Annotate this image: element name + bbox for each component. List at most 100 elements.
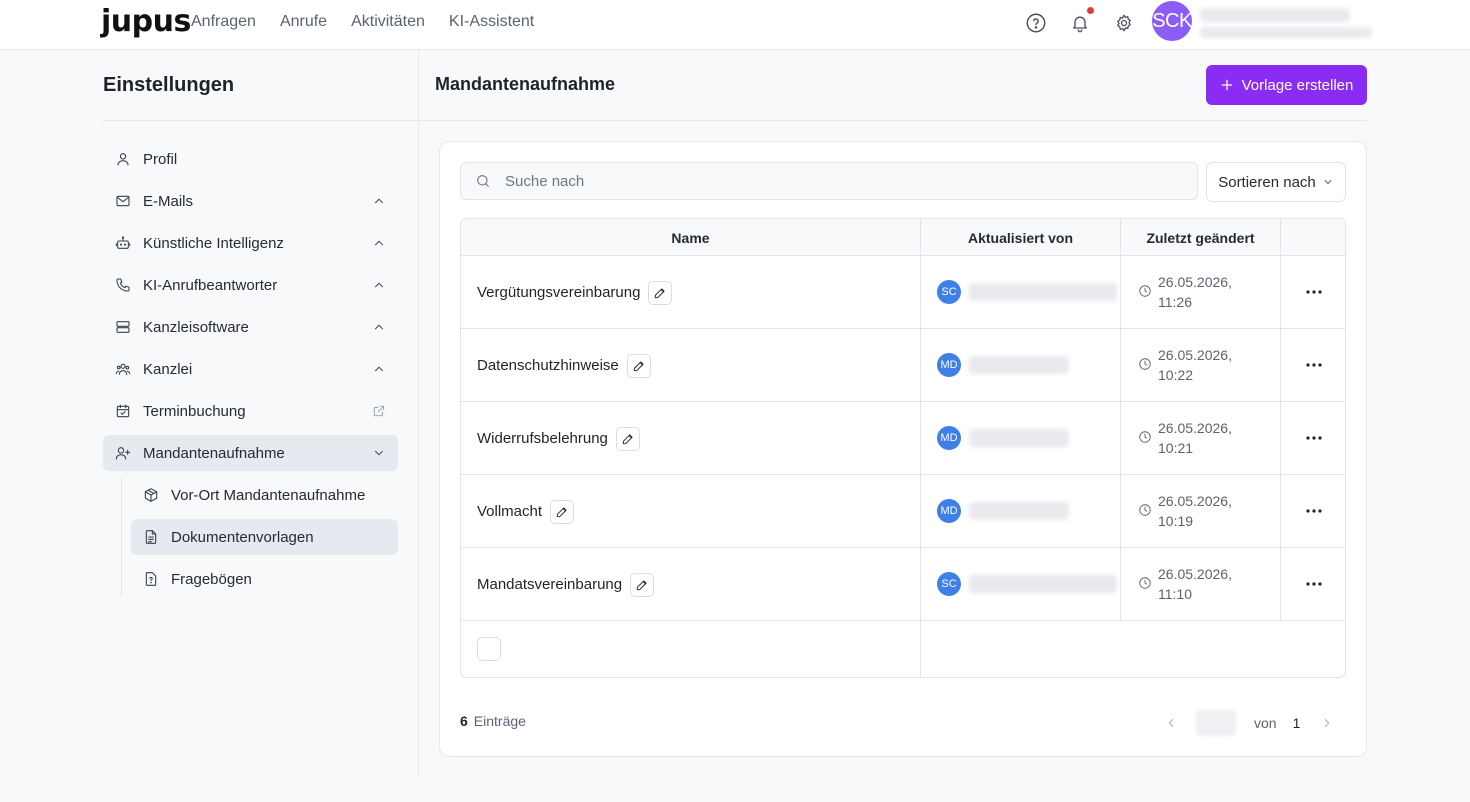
time-text: 10:22 (1158, 367, 1194, 383)
plus-icon (1221, 79, 1232, 91)
entries-count-number: 6 (460, 713, 468, 729)
column-header-updated-by[interactable]: Aktualisiert von (921, 219, 1120, 256)
chevron-right-icon[interactable] (1320, 716, 1334, 730)
pencil-icon (556, 506, 567, 517)
sidebar-item-label: Terminbuchung (143, 402, 246, 420)
edit-name-button[interactable] (630, 572, 655, 597)
more-options-icon[interactable] (1304, 357, 1324, 373)
notification-dot (1087, 7, 1094, 14)
sidebar-subitem-dokumentenvorlagen[interactable]: Dokumentenvorlagen (131, 519, 398, 555)
sidebar-subitem-frageboegen[interactable]: Fragebögen (131, 561, 398, 597)
sidebar-item-ki-anrufbeantworter[interactable]: KI-Anrufbeantworter (103, 267, 398, 303)
table-row[interactable]: Mandatsvereinbarung SC 26.05.2026, 11:10 (461, 548, 1345, 621)
nav-aktivitaeten[interactable]: Aktivitäten (351, 13, 425, 31)
more-options-icon[interactable] (1304, 503, 1324, 519)
user-plus-icon (115, 445, 131, 461)
calendar-check-icon (115, 403, 131, 419)
logo[interactable]: jupus (101, 4, 191, 39)
gear-icon[interactable] (1112, 11, 1136, 35)
table-header: Name Aktualisiert von Zuletzt geändert (461, 219, 1345, 256)
last-changed-cell: 26.05.2026, 10:22 (1138, 345, 1232, 385)
sidebar-item-label: Mandantenaufnahme (143, 444, 285, 462)
robot-icon (115, 235, 131, 251)
updated-by-cell: MD (937, 353, 1069, 377)
clock-icon (1138, 357, 1152, 371)
date-text: 26.05.2026, (1158, 347, 1232, 363)
sidebar-item-label: Künstliche Intelligenz (143, 234, 284, 252)
template-name-cell: Datenschutzhinweise (477, 329, 651, 402)
more-options-icon[interactable] (1304, 284, 1324, 300)
sidebar-item-kanzlei[interactable]: Kanzlei (103, 351, 398, 387)
sidebar-item-label: E-Mails (143, 192, 194, 210)
document-icon (143, 529, 159, 545)
top-bar: jupus Anfragen Anrufe Aktivitäten KI-Ass… (0, 0, 1470, 50)
user-avatar-small: MD (937, 426, 961, 450)
package-icon (143, 487, 159, 503)
column-divider (1120, 219, 1121, 621)
chevron-down-icon[interactable] (372, 446, 386, 460)
main-nav: Anfragen Anrufe Aktivitäten KI-Assistent (191, 13, 534, 31)
row-checkbox[interactable] (477, 637, 501, 661)
table-row[interactable]: Vollmacht MD 26.05.2026, 10:19 (461, 475, 1345, 548)
template-name-cell: Vergütungsvereinbarung (477, 256, 673, 329)
template-name[interactable]: Datenschutzhinweise (477, 357, 619, 374)
time-text: 10:21 (1158, 440, 1194, 456)
chevron-left-icon[interactable] (1164, 716, 1178, 730)
nav-ki-assistent[interactable]: KI-Assistent (449, 13, 534, 31)
pencil-icon (622, 433, 633, 444)
help-icon[interactable] (1024, 11, 1048, 35)
updated-by-cell: SC (937, 280, 1117, 304)
template-name[interactable]: Widerrufsbelehrung (477, 430, 608, 447)
sidebar-item-kuenstliche-intelligenz[interactable]: Künstliche Intelligenz (103, 225, 398, 261)
column-header-last-changed[interactable]: Zuletzt geändert (1121, 219, 1280, 256)
edit-name-button[interactable] (615, 426, 640, 451)
column-header-name[interactable]: Name (461, 219, 920, 256)
sidebar-subitem-vor-ort[interactable]: Vor-Ort Mandantenaufnahme (131, 477, 398, 513)
time-text: 11:10 (1158, 586, 1192, 602)
template-name[interactable]: Vollmacht (477, 503, 542, 520)
sidebar-item-mandantenaufnahme[interactable]: Mandantenaufnahme (103, 435, 398, 471)
external-link-icon[interactable] (372, 404, 386, 418)
more-options-icon[interactable] (1304, 576, 1324, 592)
sidebar-subitem-label: Dokumentenvorlagen (171, 528, 314, 546)
sidebar-item-terminbuchung[interactable]: Terminbuchung (103, 393, 398, 429)
nav-anrufe[interactable]: Anrufe (280, 13, 327, 31)
table-row[interactable]: Datenschutzhinweise MD 26.05.2026, 10:22 (461, 329, 1345, 402)
last-changed-cell: 26.05.2026, 10:19 (1138, 491, 1232, 531)
user-avatar[interactable]: SCK (1152, 1, 1192, 41)
edit-name-button[interactable] (626, 353, 651, 378)
chevron-up-icon[interactable] (372, 362, 386, 376)
page-input[interactable] (1196, 710, 1236, 736)
template-name[interactable]: Vergütungsvereinbarung (477, 284, 640, 301)
table-row[interactable]: Widerrufsbelehrung MD 26.05.2026, 10:21 (461, 402, 1345, 475)
sort-button[interactable]: Sortieren nach (1206, 162, 1346, 202)
edit-name-button[interactable] (550, 499, 575, 524)
search-input[interactable] (505, 172, 1185, 190)
nav-anfragen[interactable]: Anfragen (191, 13, 256, 31)
create-template-label: Vorlage erstellen (1241, 76, 1354, 94)
sort-label: Sortieren nach (1218, 173, 1316, 191)
table-row[interactable]: Vergütungsvereinbarung SC 26.05.2026, 11:… (461, 256, 1345, 329)
user-avatar-small: SC (937, 280, 961, 304)
create-template-button[interactable]: Vorlage erstellen (1206, 65, 1367, 105)
chevron-up-icon[interactable] (372, 278, 386, 292)
last-changed-cell: 26.05.2026, 10:21 (1138, 418, 1232, 458)
template-name[interactable]: Mandatsvereinbarung (477, 576, 622, 593)
chevron-up-icon[interactable] (372, 320, 386, 334)
more-options-icon[interactable] (1304, 430, 1324, 446)
sidebar-item-emails[interactable]: E-Mails (103, 183, 398, 219)
settings-sidebar: Einstellungen Profil E-Mails Künstliche … (0, 50, 419, 776)
bell-icon[interactable] (1068, 11, 1092, 35)
user-icon (115, 151, 131, 167)
template-name-cell: Vollmacht (477, 475, 575, 548)
chevron-up-icon[interactable] (372, 236, 386, 250)
time-text: 10:19 (1158, 513, 1194, 529)
sidebar-item-label: Kanzleisoftware (143, 318, 249, 336)
sidebar-item-kanzleisoftware[interactable]: Kanzleisoftware (103, 309, 398, 345)
sidebar-item-profil[interactable]: Profil (103, 141, 398, 177)
chevron-up-icon[interactable] (372, 194, 386, 208)
edit-name-button[interactable] (648, 280, 673, 305)
search-box[interactable] (460, 162, 1198, 200)
sidebar-item-label: Kanzlei (143, 360, 193, 378)
user-email-redacted (1200, 27, 1372, 38)
